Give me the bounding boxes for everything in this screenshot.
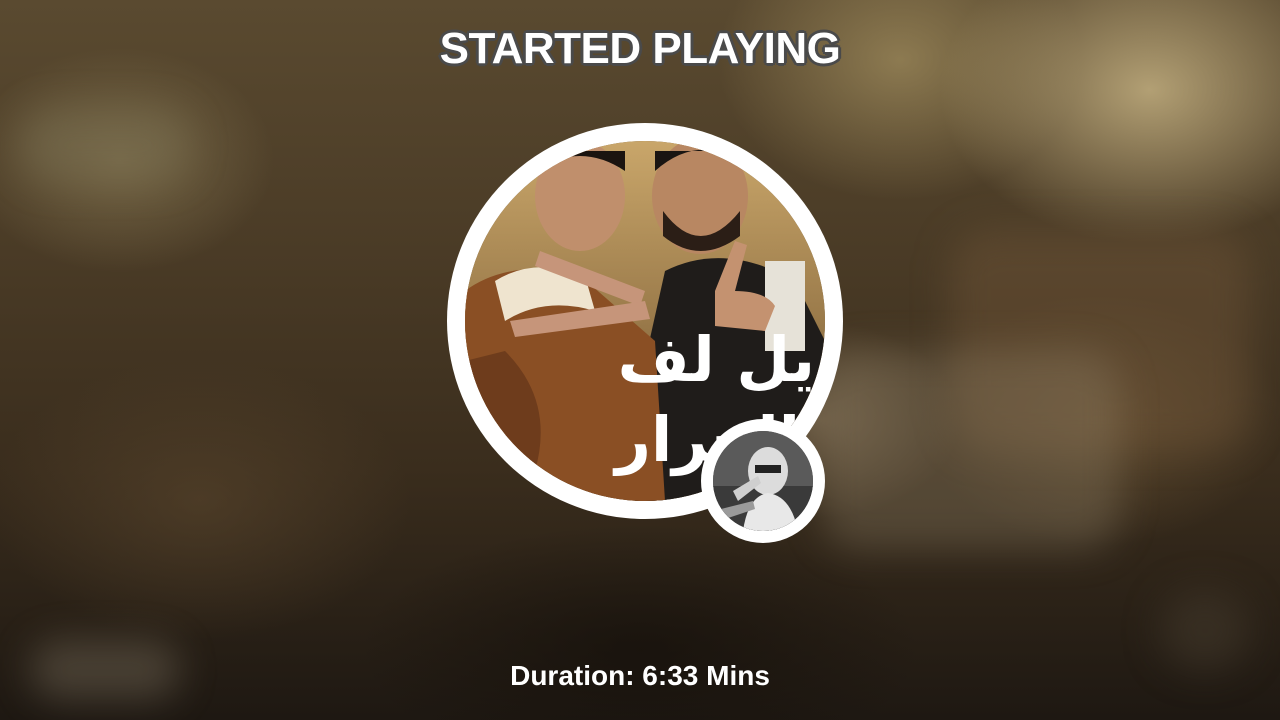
now-playing-card: STARTED PLAYING يل لف الجرار Duration: 6… <box>0 0 1280 720</box>
requester-avatar-graphic <box>713 431 813 531</box>
background-blur-patch <box>820 350 1120 550</box>
track-duration: Duration: 6:33 Mins <box>510 660 770 691</box>
status-title: STARTED PLAYING <box>439 24 841 73</box>
background-blur-patch <box>20 110 190 180</box>
cover-title-line-1: يل لف <box>618 323 815 396</box>
requester-avatar <box>713 431 813 531</box>
background-blur-patch <box>1160 590 1250 670</box>
